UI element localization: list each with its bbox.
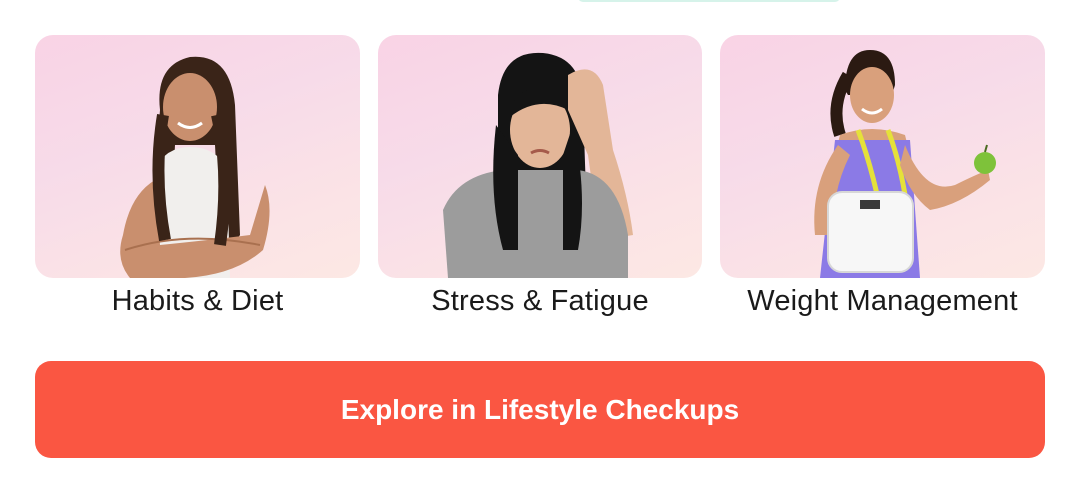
card-label: Stress & Fatigue [431,285,649,317]
weight-management-image [720,35,1045,278]
card-weight-management[interactable]: Weight Management [720,35,1045,317]
stress-fatigue-image [378,35,702,278]
explore-lifestyle-checkups-button[interactable]: Explore in Lifestyle Checkups [35,361,1045,458]
card-stress-fatigue[interactable]: Stress & Fatigue [378,35,702,317]
card-label: Weight Management [747,285,1018,317]
habits-diet-image [35,35,360,278]
top-pill-decoration [578,0,840,2]
card-habits-diet[interactable]: Habits & Diet [35,35,360,317]
lifestyle-cards-row: Habits & Diet Stress & Fatigue Weight Ma… [35,35,1045,335]
woman-hand-on-head-illustration [443,52,633,278]
card-label: Habits & Diet [111,285,284,317]
woman-scale-apple-illustration [814,50,996,278]
woman-arms-crossed-illustration [120,56,270,278]
